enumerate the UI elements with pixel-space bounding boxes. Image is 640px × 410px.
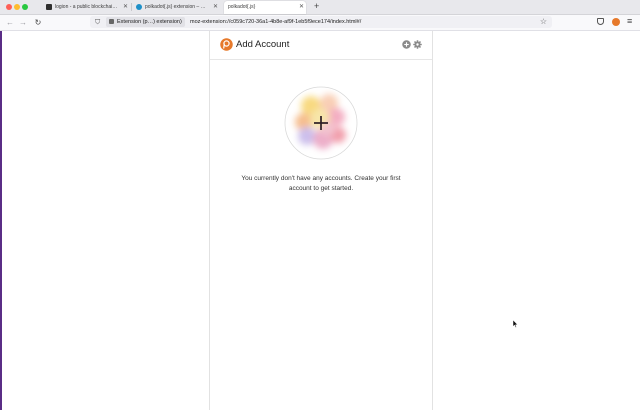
pocket-icon[interactable]	[597, 18, 604, 25]
panel-header: Add Account	[210, 31, 432, 60]
close-icon[interactable]: ✕	[123, 1, 128, 13]
mouse-cursor-icon	[513, 320, 519, 328]
window-zoom-button[interactable]	[22, 4, 28, 10]
back-arrow-icon[interactable]: ←	[4, 16, 16, 29]
close-icon[interactable]: ✕	[213, 1, 218, 13]
extension-panel: Add Account You currently don't have any…	[209, 31, 433, 410]
logion-favicon-icon	[46, 4, 52, 10]
no-accounts-message: You currently don't have any accounts. C…	[241, 175, 401, 192]
url-bar[interactable]: ⛉ Extension (p…) extension) moz-extensio…	[90, 16, 552, 28]
browser-nav-bar: ← → ↻ ⛉ Extension (p…) extension) moz-ex…	[0, 15, 640, 31]
tab-label: polkadot{.js} extension – Get th…	[145, 4, 209, 10]
close-icon[interactable]: ✕	[299, 1, 304, 13]
window-minimize-button[interactable]	[14, 4, 20, 10]
tab-separator	[131, 3, 132, 11]
forward-arrow-icon[interactable]: →	[17, 16, 29, 29]
reload-icon[interactable]: ↻	[32, 16, 44, 29]
polkadot-logo-icon	[220, 38, 233, 51]
identity-label: Extension (p…) extension)	[117, 19, 182, 25]
polkadot-extension-icon[interactable]	[612, 18, 620, 26]
tab-label: logion - a public blockchain syst…	[55, 4, 119, 10]
url-text[interactable]: moz-extension://c059c720-36a1-4b8e-af9f-…	[190, 16, 361, 28]
firefox-addons-favicon-icon	[136, 4, 142, 10]
gear-icon[interactable]	[413, 40, 422, 49]
tracking-shield-icon[interactable]: ⛉	[95, 17, 100, 29]
browser-tab-bar: logion - a public blockchain syst… ✕ pol…	[0, 0, 640, 15]
new-tab-button[interactable]: +	[314, 0, 319, 13]
browser-tab-polkadot-addon[interactable]: polkadot{.js} extension – Get th… ✕	[134, 1, 220, 13]
window-close-button[interactable]	[6, 4, 12, 10]
tab-label: polkadot{.js}	[228, 4, 256, 10]
window-edge	[0, 0, 2, 410]
bookmark-star-icon[interactable]: ☆	[540, 16, 547, 28]
browser-tab-logion[interactable]: logion - a public blockchain syst… ✕	[44, 1, 130, 13]
browser-tab-polkadot-active[interactable]: polkadot{.js} ✕	[224, 1, 306, 14]
puzzle-icon	[109, 18, 114, 24]
plus-circle-icon[interactable]	[402, 40, 411, 49]
extension-identity-badge[interactable]: Extension (p…) extension)	[106, 17, 185, 27]
add-account-identicon-button[interactable]	[284, 86, 358, 160]
page-title: Add Account	[236, 39, 290, 50]
hamburger-menu-icon[interactable]: ≡	[627, 15, 632, 28]
